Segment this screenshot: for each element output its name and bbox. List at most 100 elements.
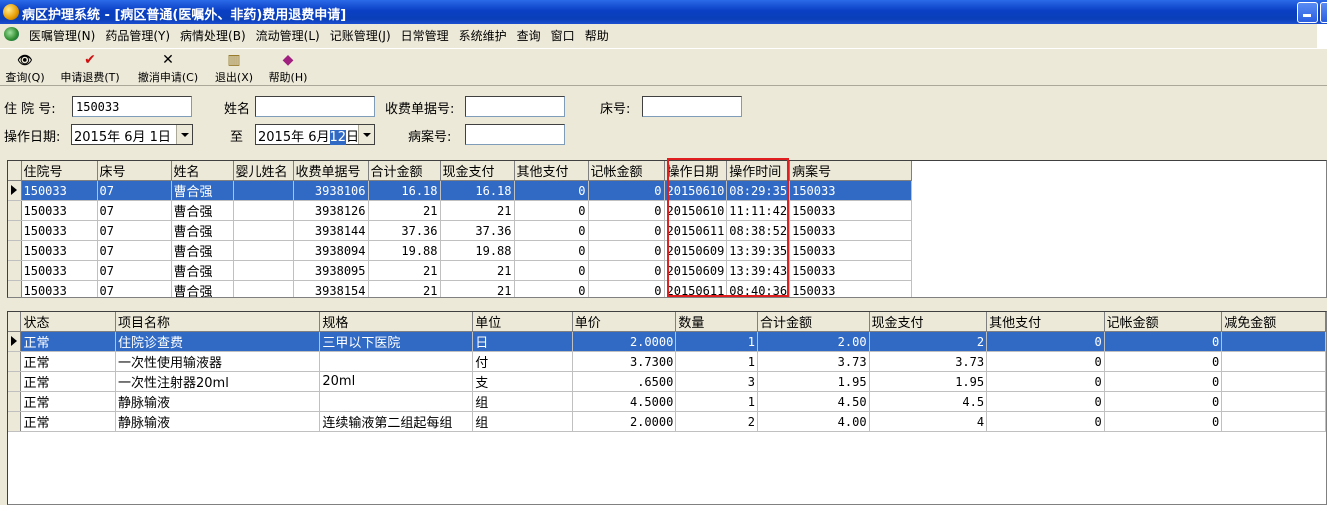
table-cell: 0 (514, 260, 589, 281)
column-header[interactable]: 现金支付 (869, 312, 988, 332)
menu-item[interactable]: 帮助 (580, 27, 614, 44)
menu-item[interactable]: 系统维护 (454, 27, 512, 44)
mdi-edge (1317, 24, 1327, 48)
table-row[interactable]: 150033 07 曹合强 3938094 19.88 19.88 0 0 20150609 13… (8, 240, 917, 261)
help-button[interactable]: ◆ 帮助(H) (265, 52, 311, 84)
table-row[interactable]: 150033 07 曹合强 3938126 21 21 0 0 20150610 11:11:42… (8, 200, 917, 221)
receipt-no-input[interactable] (465, 96, 565, 117)
table-cell: 三甲以下医院 (319, 331, 474, 352)
table-cell: 13:39:35 (726, 240, 791, 261)
query-button[interactable]: 👁 查询(Q) (4, 52, 46, 84)
table-cell: 3938095 (293, 260, 369, 281)
name-input[interactable] (255, 96, 375, 117)
menu-item[interactable]: 药品管理(Y) (100, 27, 175, 44)
column-header[interactable]: 项目名称 (115, 312, 321, 332)
table-cell: 20150609 (664, 260, 728, 281)
table-cell: 3938106 (293, 180, 369, 201)
column-header[interactable]: 床号 (97, 161, 172, 181)
op-date-to-picker[interactable]: 2015年 6月12日 (255, 124, 375, 145)
minimize-button[interactable] (1297, 2, 1318, 23)
table-row[interactable]: 正常 静脉输液 连续输液第二组起每组组 2.0000 2 4.00 4 0 0 (8, 411, 1326, 432)
menu-item[interactable]: 医嘱管理(N) (24, 27, 100, 44)
table-cell: 150033 (789, 220, 913, 241)
column-header[interactable]: 记帐金额 (1104, 312, 1223, 332)
bed-no-input[interactable] (642, 96, 742, 117)
toolbar: 👁 查询(Q) ✔ 申请退费(T) ✕ 撤消申请(C) ▥ 退出(X) ◆ 帮助… (0, 48, 1327, 86)
column-header[interactable]: 规格 (319, 312, 474, 332)
table-cell: 曹合强 (171, 260, 234, 281)
restore-button[interactable] (1320, 2, 1327, 23)
apply-refund-button[interactable]: ✔ 申请退费(T) (56, 52, 124, 84)
table-cell: 1.95 (869, 371, 988, 392)
exit-button[interactable]: ▥ 退出(X) (211, 52, 257, 84)
table-cell: 0 (1104, 371, 1223, 392)
menu-item[interactable]: 窗口 (546, 27, 580, 44)
inpatient-no-input[interactable] (72, 96, 192, 117)
table-cell: 150033 (789, 260, 913, 281)
column-header[interactable]: 姓名 (171, 161, 234, 181)
table-row[interactable]: 正常 静脉输液组 4.5000 1 4.50 4.5 0 0 (8, 391, 1326, 412)
row-indicator (8, 411, 22, 432)
refund-records-grid[interactable]: 住院号 床号 姓名 婴儿姓名 收费单据号 合计金额 现金支付 其他支付 记帐金额 操作日期 操作时间… (7, 160, 1327, 298)
checkmark-icon: ✔ (84, 52, 96, 68)
row-pointer-icon (11, 335, 17, 346)
menu-item[interactable]: 病情处理(B) (175, 27, 251, 44)
table-cell: 正常 (20, 391, 116, 412)
row-indicator-header (8, 312, 22, 332)
table-row[interactable]: 150033 07 曹合强 3938106 16.18 16.18 0 0 20150610 08… (8, 180, 917, 201)
column-header[interactable]: 合计金额 (757, 312, 870, 332)
column-header[interactable]: 操作日期 (664, 161, 728, 181)
column-header[interactable]: 状态 (20, 312, 116, 332)
cancel-application-button[interactable]: ✕ 撤消申请(C) (134, 52, 202, 84)
column-header[interactable]: 操作时间 (726, 161, 791, 181)
column-header[interactable]: 数量 (675, 312, 758, 332)
column-header[interactable]: 婴儿姓名 (233, 161, 294, 181)
column-header[interactable]: 收费单据号 (293, 161, 369, 181)
table-row[interactable]: 正常 住院诊查费 三甲以下医院日 2.0000 1 2.00 2 0 0 (8, 331, 1326, 352)
menu-item[interactable]: 日常管理 (396, 27, 454, 44)
menu-item[interactable]: 流动管理(L) (251, 27, 325, 44)
menu-item[interactable]: 查询 (512, 27, 546, 44)
table-row[interactable]: 正常 一次性注射器20ml 20ml 支 .6500 3 1.95 1.95 0 0 (8, 371, 1326, 392)
exit-door-icon: ▥ (227, 52, 241, 68)
menu-items: 医嘱管理(N) 药品管理(Y) 病情处理(B) 流动管理(L) 记账管理(J) 日常管理系… (24, 27, 614, 44)
table-cell: 150033 (21, 220, 98, 241)
table-cell: 0 (986, 411, 1105, 432)
column-header[interactable]: 合计金额 (368, 161, 441, 181)
table-cell: 曹合强 (171, 220, 234, 241)
table-row[interactable]: 150033 07 曹合强 3938095 21 21 0 0 20150609 13:39:43… (8, 260, 917, 281)
table-cell-filler (911, 180, 917, 201)
table-cell: 0 (514, 180, 589, 201)
table-cell-filler (911, 280, 917, 297)
column-header[interactable]: 其他支付 (986, 312, 1105, 332)
table-cell: 08:40:36 (726, 280, 791, 297)
table-cell: 20150609 (664, 240, 728, 261)
op-date-from-picker[interactable]: 2015年 6月 1日 (71, 124, 193, 145)
column-header[interactable]: 病案号 (789, 161, 913, 181)
case-no-input[interactable] (465, 124, 565, 145)
table-cell: 21 (368, 260, 441, 281)
table-cell: 150033 (789, 240, 913, 261)
column-header[interactable]: 减免金额 (1221, 312, 1326, 332)
op-date-label: 操作日期: (4, 130, 61, 145)
column-header[interactable]: 现金支付 (440, 161, 515, 181)
system-logo-icon[interactable] (4, 27, 19, 41)
table-cell: 曹合强 (171, 240, 234, 261)
chevron-down-icon[interactable] (176, 125, 192, 144)
table-cell: 150033 (789, 200, 913, 221)
column-header[interactable]: 单位 (472, 312, 573, 332)
column-header[interactable]: 记帐金额 (588, 161, 665, 181)
refund-records-table: 住院号 床号 姓名 婴儿姓名 收费单据号 合计金额 现金支付 其他支付 记帐金额 操作日期 操作时间… (8, 161, 917, 297)
table-row[interactable]: 正常 一次性使用输液器付 3.7300 1 3.73 3.73 0 0 (8, 351, 1326, 372)
table-cell: 0 (514, 200, 589, 221)
table-row[interactable]: 150033 07 曹合强 3938154 21 21 0 0 20150611 08:40:36… (8, 280, 917, 297)
column-header[interactable]: 住院号 (21, 161, 98, 181)
column-header-filler (911, 161, 917, 181)
refund-items-grid[interactable]: 状态 项目名称 规格 单位 单价 数量 合计金额 现金支付 其他支付 记帐金额 减免金额 正常 住院诊… (7, 311, 1327, 505)
column-header[interactable]: 其他支付 (514, 161, 589, 181)
table-row[interactable]: 150033 07 曹合强 3938144 37.36 37.36 0 0 20150611 08… (8, 220, 917, 241)
menu-item[interactable]: 记账管理(J) (325, 27, 396, 44)
table-cell: 0 (514, 240, 589, 261)
column-header[interactable]: 单价 (572, 312, 677, 332)
chevron-down-icon[interactable] (358, 125, 374, 144)
